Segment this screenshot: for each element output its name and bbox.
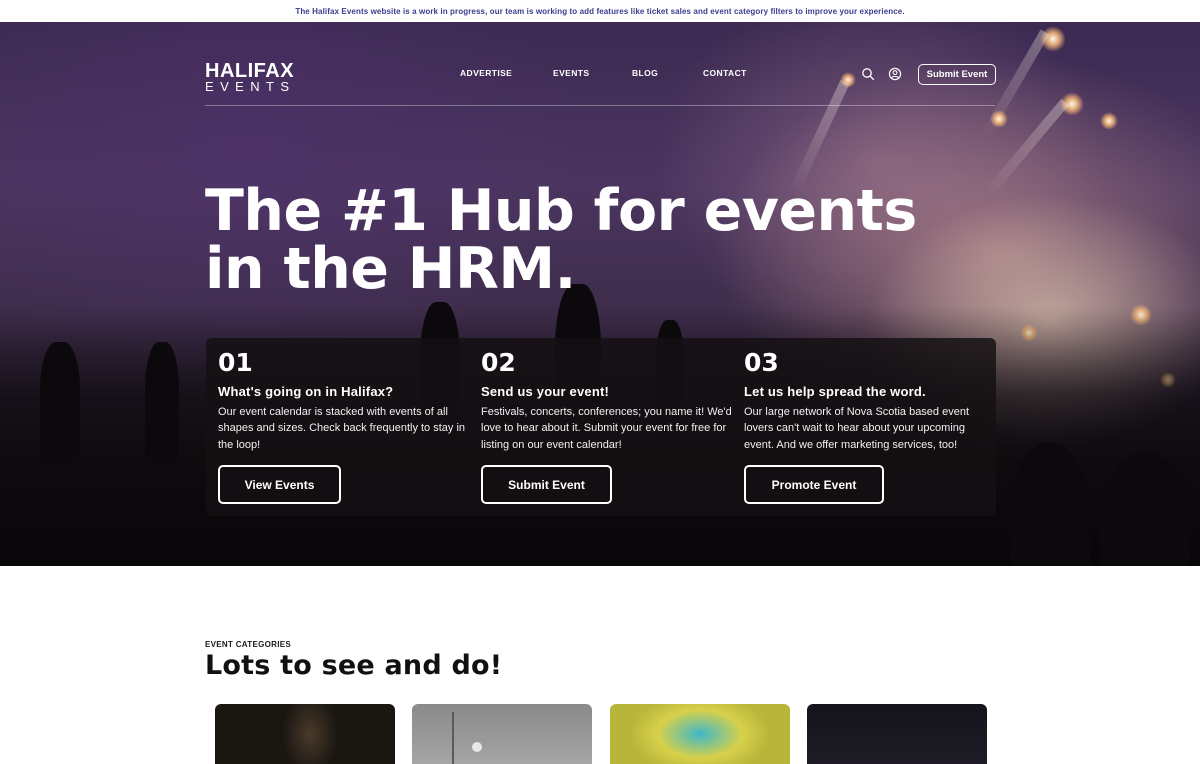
category-tile[interactable] bbox=[215, 704, 395, 764]
section-title: Lots to see and do! bbox=[205, 650, 503, 681]
tile-detail bbox=[472, 742, 482, 752]
section-eyebrow: EVENT CATEGORIES bbox=[205, 640, 291, 649]
category-tile[interactable] bbox=[610, 704, 790, 764]
user-icon[interactable] bbox=[888, 67, 902, 81]
search-icon[interactable] bbox=[861, 67, 875, 81]
nav-links: ADVERTISE EVENTS BLOG CONTACT bbox=[460, 68, 793, 78]
site-logo[interactable]: HALIFAX EVENTS bbox=[205, 60, 296, 94]
nav-link-blog[interactable]: BLOG bbox=[632, 68, 703, 78]
stage-light bbox=[1100, 112, 1118, 130]
hero-headline: The #1 Hub for events in the HRM. bbox=[205, 178, 917, 302]
feature-card-1: 01 What's going on in Halifax? Our event… bbox=[218, 348, 470, 453]
announcement-text: The Halifax Events website is a work in … bbox=[295, 6, 905, 16]
card-title: Send us your event! bbox=[481, 384, 610, 399]
logo-wordmark-top: HALIFAX bbox=[205, 60, 295, 82]
card-body: Our event calendar is stacked with event… bbox=[218, 406, 466, 451]
feature-cards-panel: 01 What's going on in Halifax? Our event… bbox=[206, 338, 996, 516]
card-body: Festivals, concerts, conferences; you na… bbox=[481, 406, 732, 451]
event-categories-section: EVENT CATEGORIES Lots to see and do! bbox=[205, 640, 502, 681]
nav-link-contact[interactable]: CONTACT bbox=[703, 68, 793, 78]
submit-event-button[interactable]: Submit Event bbox=[918, 64, 996, 85]
category-tile[interactable] bbox=[807, 704, 987, 764]
card-title: What's going on in Halifax? bbox=[218, 384, 394, 399]
promote-event-button[interactable]: Promote Event bbox=[744, 465, 884, 504]
category-tile[interactable] bbox=[412, 704, 592, 764]
card-number: 02 bbox=[481, 348, 516, 377]
card-number: 03 bbox=[744, 348, 779, 377]
submit-event-card-button[interactable]: Submit Event bbox=[481, 465, 612, 504]
feature-card-2: 02 Send us your event! Festivals, concer… bbox=[481, 348, 733, 453]
raised-hand bbox=[40, 342, 80, 462]
feature-card-3: 03 Let us help spread the word. Our larg… bbox=[744, 348, 996, 453]
card-number: 01 bbox=[218, 348, 253, 377]
view-events-button[interactable]: View Events bbox=[218, 465, 341, 504]
raised-hand bbox=[145, 342, 179, 462]
announcement-bar: The Halifax Events website is a work in … bbox=[0, 0, 1200, 22]
main-navigation: HALIFAX EVENTS ADVERTISE EVENTS BLOG CON… bbox=[205, 60, 996, 106]
card-body: Our large network of Nova Scotia based e… bbox=[744, 406, 970, 451]
nav-link-events[interactable]: EVENTS bbox=[553, 68, 632, 78]
nav-link-advertise[interactable]: ADVERTISE bbox=[460, 68, 553, 78]
card-title: Let us help spread the word. bbox=[744, 384, 926, 399]
tile-detail bbox=[452, 712, 454, 764]
logo-wordmark-bottom: EVENTS bbox=[205, 79, 296, 94]
